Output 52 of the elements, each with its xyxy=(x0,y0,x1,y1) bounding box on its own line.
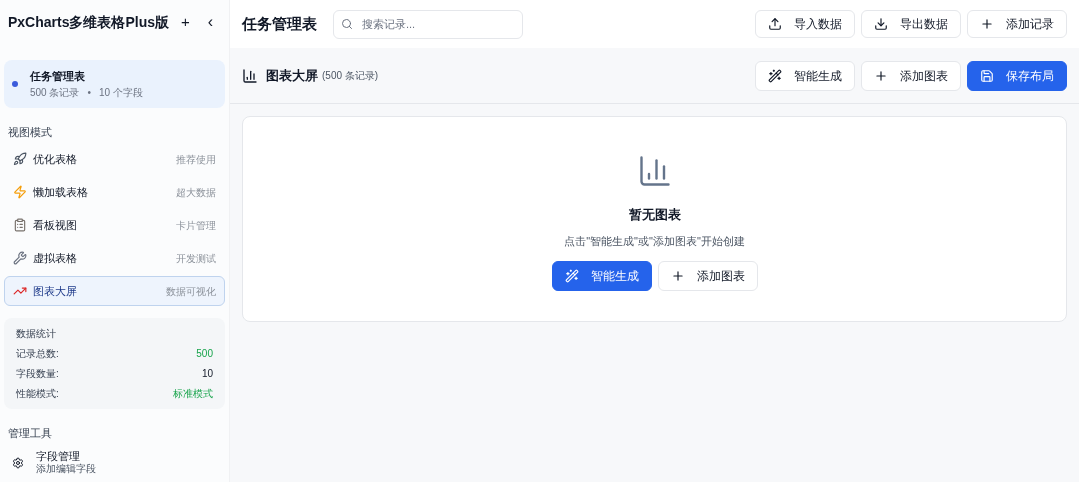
search-field[interactable]: 搜索记录... xyxy=(333,9,523,39)
action-button[interactable]: 导出数据 xyxy=(861,10,961,38)
search-icon xyxy=(341,17,353,30)
record-count: (500 条记录) xyxy=(322,69,379,83)
action-button[interactable]: 添加图表 xyxy=(861,60,961,91)
plus-icon xyxy=(670,269,685,283)
dashboard-title: 图表大屏 xyxy=(266,66,318,85)
view-item[interactable]: 虚拟表格 开发测试 xyxy=(4,243,225,273)
separator-dot: • xyxy=(87,85,91,100)
bar-chart-icon xyxy=(242,67,258,84)
plus-icon xyxy=(874,68,888,83)
app-title: PxCharts多维表格Plus版 xyxy=(8,12,170,32)
action-button[interactable]: 保存布局 xyxy=(967,60,1067,91)
add-button[interactable]: + xyxy=(181,10,190,34)
lightning-icon xyxy=(13,185,27,199)
table-item[interactable]: 任务管理表 500 条记录 • 10 个字段 xyxy=(4,60,225,108)
magic-wand-icon xyxy=(564,269,579,283)
plus-icon xyxy=(980,17,994,31)
view-item[interactable]: 优化表格 推荐使用 xyxy=(4,144,225,174)
collapse-button[interactable]: ‹ xyxy=(207,10,213,34)
action-button[interactable]: 添加图表 xyxy=(657,261,758,291)
rocket-icon xyxy=(13,152,27,166)
stat-label: 性能模式: xyxy=(16,387,59,401)
section-title: 管理工具 xyxy=(7,426,53,441)
stat-value: 标准模式 xyxy=(173,387,213,401)
stat-value: 500 xyxy=(196,347,213,361)
stats-title: 数据统计 xyxy=(16,327,57,341)
view-item[interactable]: 懒加载表格 超大数据 xyxy=(4,177,225,207)
wrench-icon xyxy=(13,251,27,265)
view-item[interactable]: 看板视图 卡片管理 xyxy=(4,210,225,240)
action-button[interactable]: 添加记录 xyxy=(967,10,1067,38)
empty-title: 暂无图表 xyxy=(628,206,681,224)
save-icon xyxy=(980,68,994,83)
stat-value: 10 xyxy=(201,367,213,381)
tool-item[interactable]: 字段管理 添加编辑字段 xyxy=(4,449,225,476)
section-title: 视图模式 xyxy=(7,124,53,140)
empty-message: 点击"智能生成"或"添加图表"开始创建 xyxy=(564,233,745,249)
stat-label: 记录总数: xyxy=(16,347,59,361)
action-button[interactable]: 智能生成 xyxy=(755,60,855,91)
gear-icon xyxy=(12,456,24,469)
upload-icon xyxy=(768,17,782,31)
action-button[interactable]: 智能生成 xyxy=(551,261,652,291)
stat-label: 字段数量: xyxy=(16,367,59,381)
table-name: 任务管理表 xyxy=(30,69,86,84)
clipboard-icon xyxy=(13,218,27,232)
field-count: 10 个字段 xyxy=(99,85,143,100)
magic-wand-icon xyxy=(768,68,782,83)
download-icon xyxy=(874,17,888,31)
record-count: 500 条记录 xyxy=(30,85,80,100)
action-button[interactable]: 导入数据 xyxy=(755,10,855,38)
view-item[interactable]: 图表大屏 数据可视化 xyxy=(4,276,225,306)
page-title: 任务管理表 xyxy=(242,13,317,34)
